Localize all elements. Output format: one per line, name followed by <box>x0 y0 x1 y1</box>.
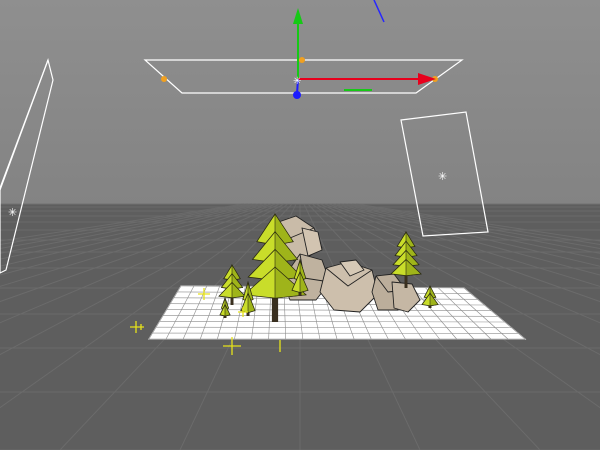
light-handle-icon[interactable]: ✳ <box>8 206 17 219</box>
gizmo-center-icon: ✳ <box>293 76 301 87</box>
light-handle-icon[interactable]: ✳ <box>438 170 447 183</box>
viewport-canvas[interactable]: ✳ ✳ ✳ <box>0 0 600 450</box>
plane-handle-left[interactable] <box>161 76 167 82</box>
z-axis-handle[interactable] <box>293 91 301 99</box>
viewport-background <box>0 0 600 205</box>
plane-handle-top[interactable] <box>299 57 305 63</box>
3d-viewport[interactable]: ✳ ✳ ✳ <box>0 0 600 450</box>
